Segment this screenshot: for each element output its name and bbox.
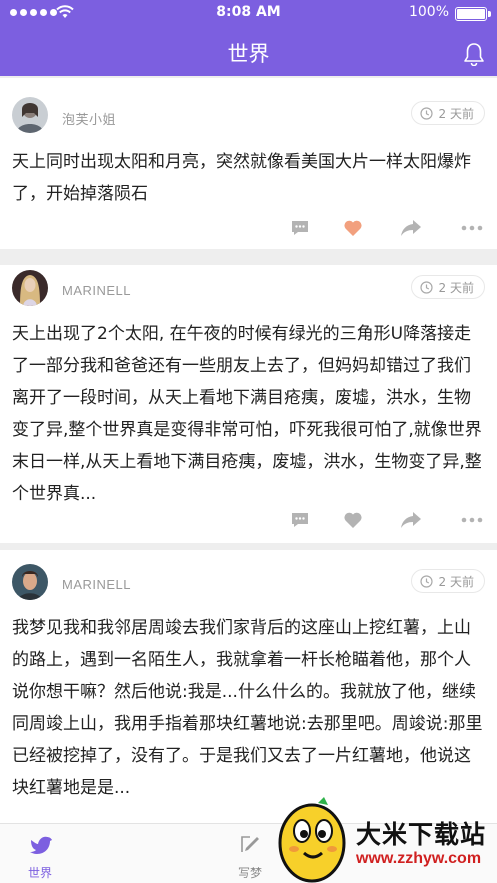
clock-icon <box>419 106 433 120</box>
like-button[interactable] <box>341 508 365 532</box>
post-content[interactable]: 天上出现了2个太阳, 在午夜的时候有绿光的三角形U降落接走了一部分我和爸爸还有一… <box>12 318 486 510</box>
time-badge: 2 天前 <box>410 275 485 299</box>
share-icon <box>401 512 421 528</box>
post-card[interactable]: MARINELL 2 天前 天上出现了2个太阳, 在午夜的时候有绿光的三角形U降… <box>0 265 497 543</box>
share-button[interactable] <box>399 216 423 240</box>
more-icon <box>461 225 483 231</box>
tab-world[interactable]: 世界 <box>0 824 80 883</box>
author-name[interactable]: 泡芙小姐 <box>62 109 116 128</box>
watermark-url: www.zzhyw.com <box>356 850 482 867</box>
more-button[interactable] <box>460 508 484 532</box>
pen-icon <box>241 836 259 852</box>
post-actions <box>0 216 497 240</box>
avatar[interactable] <box>12 97 48 133</box>
comment-button[interactable] <box>288 508 312 532</box>
app: 8:08 AM 100% 世界 泡芙小姐 2 天前 天上同时出现太阳和月亮，突然… <box>0 0 497 883</box>
author-name[interactable]: MARINELL <box>62 577 131 592</box>
share-button[interactable] <box>399 508 423 532</box>
time-badge: 2 天前 <box>410 569 485 593</box>
clock-icon <box>419 574 433 588</box>
comment-icon <box>292 513 308 527</box>
more-icon <box>461 517 483 523</box>
share-icon <box>401 220 421 236</box>
heart-icon <box>344 220 362 236</box>
status-bar: 8:08 AM 100% <box>0 0 497 28</box>
post-time: 2 天前 <box>438 574 474 589</box>
clock-icon <box>419 280 433 294</box>
more-button[interactable] <box>460 216 484 240</box>
post-time: 2 天前 <box>438 280 474 295</box>
post-content[interactable]: 我梦见我和我邻居周竣去我们家背后的这座山上挖红薯，上山的路上，遇到一名陌生人，我… <box>12 612 486 804</box>
comment-button[interactable] <box>288 216 312 240</box>
heart-icon <box>344 512 362 528</box>
avatar[interactable] <box>12 564 48 600</box>
author-name[interactable]: MARINELL <box>62 283 131 298</box>
mascot-logo <box>278 797 346 883</box>
battery-icon <box>455 7 487 21</box>
page-title: 世界 <box>227 42 270 66</box>
time-badge: 2 天前 <box>410 101 485 125</box>
watermark-text: 大米下载站 <box>356 820 487 849</box>
header: 8:08 AM 100% 世界 <box>0 0 497 76</box>
avatar[interactable] <box>12 270 48 306</box>
post-card[interactable]: 泡芙小姐 2 天前 天上同时出现太阳和月亮，突然就像看美国大片一样太阳爆炸了，开… <box>0 78 497 249</box>
like-button[interactable] <box>341 216 365 240</box>
post-content[interactable]: 天上同时出现太阳和月亮，突然就像看美国大片一样太阳爆炸了，开始掉落陨石 <box>12 146 486 210</box>
post-card[interactable]: MARINELL 2 天前 我梦见我和我邻居周竣去我们家背后的这座山上挖红薯，上… <box>0 550 497 830</box>
battery-percent: 100% <box>408 4 449 20</box>
watermark: 大米下载站 www.zzhyw.com <box>268 795 497 883</box>
bird-icon <box>30 836 52 854</box>
tab-label: 世界 <box>27 866 52 880</box>
bell-icon[interactable] <box>463 42 485 66</box>
comment-icon <box>292 221 308 235</box>
post-time: 2 天前 <box>438 106 474 121</box>
post-actions <box>0 508 497 532</box>
